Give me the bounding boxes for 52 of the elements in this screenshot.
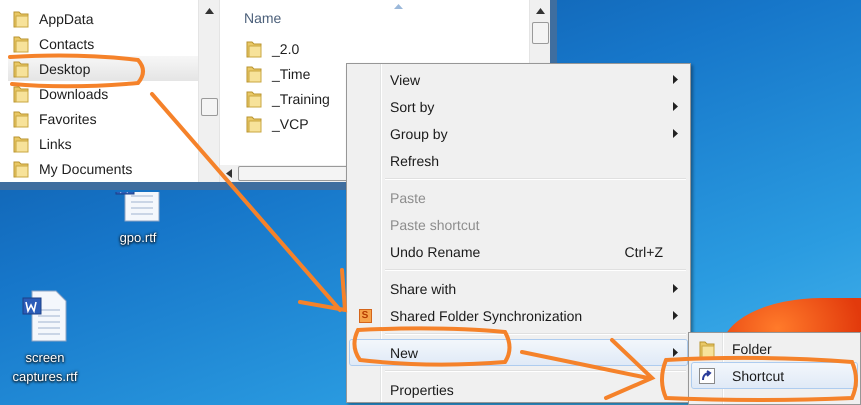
sort-arrow-icon (394, 4, 403, 9)
menu-item[interactable]: Refresh (349, 147, 688, 174)
submenu-arrow-icon (673, 129, 678, 138)
nav-item[interactable]: Favorites (8, 106, 198, 131)
submenu-arrow-icon (673, 102, 678, 111)
file-name[interactable]: gpo.rtf (120, 228, 156, 247)
column-header[interactable]: Name (244, 10, 282, 26)
folder-icon (246, 64, 262, 82)
submenu-arrow-icon (673, 284, 678, 293)
file-row[interactable]: _VCP (246, 111, 309, 136)
nav-item[interactable]: Links (8, 131, 198, 156)
folder-icon (246, 40, 262, 58)
menu-item[interactable]: S Shared Folder Synchronization (349, 302, 688, 329)
file-row[interactable]: _Training (246, 86, 330, 111)
nav-item[interactable]: Desktop (8, 56, 198, 81)
up-arrow-icon[interactable] (536, 8, 544, 14)
menu-item[interactable]: Group by (349, 120, 688, 147)
up-arrow-icon[interactable] (204, 8, 214, 14)
submenu-arrow-icon (673, 348, 678, 357)
file-row[interactable]: _2.0 (246, 36, 300, 61)
file-row[interactable]: _Time (246, 61, 310, 86)
left-arrow-icon[interactable] (226, 169, 232, 178)
vertical-scrollbar[interactable] (198, 0, 219, 182)
folder-icon (13, 60, 29, 78)
menu-item[interactable]: Share with (349, 275, 688, 302)
menu-item[interactable]: Undo Rename Ctrl+Z (349, 238, 688, 265)
sync-icon: S (358, 308, 372, 322)
nav-item[interactable]: My Documents (8, 156, 198, 181)
folder-icon (13, 84, 29, 102)
scrollbar-thumb[interactable] (200, 98, 218, 116)
folder-icon (246, 90, 262, 108)
nav-item[interactable]: AppData (8, 6, 198, 31)
menu-item[interactable]: View (349, 66, 688, 93)
document-icon[interactable] (22, 290, 68, 342)
submenu-arrow-icon (673, 311, 678, 320)
menu-item[interactable]: Folder (691, 335, 858, 362)
menu-item[interactable]: Sort by (349, 93, 688, 120)
submenu-arrow-icon (673, 75, 678, 84)
scrollbar-thumb[interactable] (532, 22, 548, 44)
folder-icon (699, 340, 715, 358)
folder-icon (13, 134, 29, 152)
nav-item[interactable]: Downloads (8, 81, 198, 106)
folder-icon (13, 10, 29, 28)
folder-icon (13, 110, 29, 128)
menu-item[interactable]: Shortcut (691, 362, 858, 389)
folder-icon (13, 160, 29, 178)
file-name[interactable]: screen captures.rtf (0, 348, 90, 386)
menu-item[interactable]: Properties (349, 376, 688, 403)
document-icon[interactable] (115, 192, 161, 222)
folder-icon (246, 114, 262, 132)
folder-icon (13, 34, 29, 52)
nav-item[interactable]: Contacts (8, 31, 198, 56)
